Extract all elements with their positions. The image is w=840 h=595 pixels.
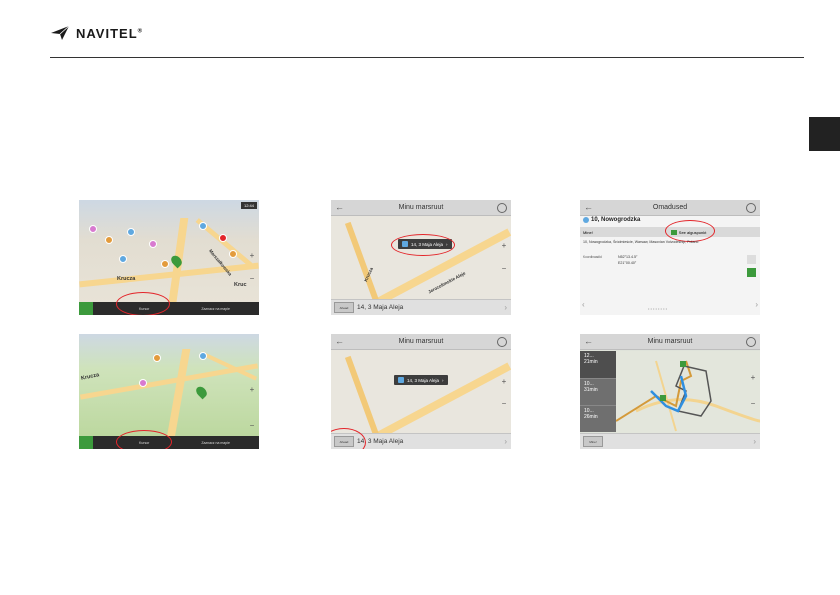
mark-on-map-button[interactable]: Zaznacz na mapie	[201, 307, 230, 311]
highlight-ring	[391, 234, 455, 256]
zoom-out-button[interactable]: −	[500, 400, 508, 408]
side-button[interactable]	[747, 255, 756, 264]
chevron-right-icon: ›	[753, 437, 756, 446]
street-label: Kruczа	[117, 276, 136, 282]
settings-icon[interactable]	[746, 337, 756, 347]
location-pin-icon	[398, 377, 404, 383]
screenshot-map-cursor: Kruczа Marszałkowska Kruc 12:44 + − Kurs…	[79, 200, 259, 315]
route-option[interactable]: 10... 26min	[580, 405, 616, 432]
brand-arrow-icon	[51, 25, 70, 40]
screen-bottombar: Ahead 14, 3 Maja Aleja ›	[331, 299, 511, 315]
route-map	[616, 351, 760, 434]
green-side-button[interactable]	[747, 268, 756, 277]
address-text: 10, Nowogrodzka, Śródmieście, Warsaw, Ma…	[583, 240, 699, 244]
zoom-out-button[interactable]: −	[500, 265, 508, 273]
screen-title: Minu marsruut	[398, 338, 444, 345]
zoom-out-button[interactable]: −	[749, 400, 757, 408]
screen-bottombar: Mine! ›	[580, 433, 760, 449]
settings-icon[interactable]	[746, 203, 756, 213]
highlight-ring	[116, 292, 170, 315]
screenshot-route-callout: ← Minu marsruut Krucza Jerozolimskie Ale…	[331, 200, 511, 315]
settings-icon[interactable]	[497, 203, 507, 213]
chevron-left-icon[interactable]: ‹	[582, 300, 585, 309]
header-rule	[50, 57, 804, 58]
screen-topbar: ← Minu marsruut	[331, 334, 511, 350]
chevron-right-icon: ›	[442, 377, 444, 383]
route-option[interactable]: 10... 31min	[580, 378, 616, 405]
status-bar: 12:44	[240, 202, 257, 209]
menu-button[interactable]	[79, 436, 93, 449]
back-arrow-icon[interactable]: ←	[335, 336, 344, 346]
back-arrow-icon[interactable]: ←	[335, 202, 344, 212]
place-title: 10, Nowogrodzka	[583, 217, 640, 223]
screenshot-map-cursor-2: Krucza + − Kursor Zaznacz na mapie	[79, 334, 259, 449]
highlight-ring	[665, 220, 715, 242]
screenshot-route-ahead: ← Minu marsruut 14, 3 Maja Aleja › + − A…	[331, 334, 511, 449]
page-dots: • • • • • • • •	[648, 306, 667, 311]
screen-title: Minu marsruut	[398, 204, 444, 211]
screenshot-route-options: ← Minu marsruut 12... 21min 10... 31min …	[580, 334, 760, 449]
screen-topbar: ← Minu marsruut	[331, 200, 511, 216]
latitude-value: N52°13.4.5°	[618, 255, 638, 259]
place-icon	[583, 217, 589, 223]
ahead-button[interactable]: Ahead	[334, 302, 354, 313]
zoom-in-button[interactable]: +	[248, 386, 256, 394]
zoom-out-button[interactable]: −	[248, 422, 256, 430]
street-label: Kruc	[234, 282, 247, 288]
zoom-in-button[interactable]: +	[500, 378, 508, 386]
destination-label: 14, 3 Maja Aleja	[357, 304, 404, 311]
back-arrow-icon[interactable]: ←	[584, 202, 593, 212]
chevron-right-icon[interactable]: ›	[755, 300, 758, 309]
go-button[interactable]: Mine!	[583, 436, 603, 447]
settings-icon[interactable]	[497, 337, 507, 347]
brand-name: NAVITEL®	[76, 25, 144, 41]
screen-topbar: ← Omadused	[580, 200, 760, 216]
zoom-out-button[interactable]: −	[248, 275, 256, 283]
screenshot-properties: ← Omadused 10, Nowogrodzka Mine! See alg…	[580, 200, 760, 315]
screen-title: Minu marsruut	[647, 338, 693, 345]
back-arrow-icon[interactable]: ←	[584, 336, 593, 346]
brand-logo: NAVITEL®	[50, 25, 143, 41]
zoom-in-button[interactable]: +	[248, 252, 256, 260]
screen-topbar: ← Minu marsruut	[580, 334, 760, 350]
coords-label: Koordinaadid	[583, 255, 602, 259]
section-tab	[809, 117, 840, 151]
zoom-in-button[interactable]: +	[500, 242, 508, 250]
menu-button[interactable]	[79, 302, 93, 315]
chevron-right-icon: ›	[504, 437, 507, 446]
longitude-value: E21°00.40°	[618, 261, 637, 265]
mark-on-map-button[interactable]: Zaznacz na mapie	[201, 441, 230, 445]
zoom-in-button[interactable]: +	[749, 374, 757, 382]
highlight-ring	[116, 430, 172, 449]
route-option[interactable]: 12... 21min	[580, 351, 616, 378]
go-button[interactable]: Mine!	[583, 230, 593, 235]
location-callout[interactable]: 14, 3 Maja Aleja ›	[394, 375, 448, 385]
chevron-right-icon: ›	[504, 303, 507, 312]
screen-title: Omadused	[652, 204, 688, 211]
route-list: 12... 21min 10... 31min 10... 26min	[580, 351, 616, 432]
callout-label: 14, 3 Maja Aleja	[407, 377, 440, 383]
highlight-ring	[331, 428, 366, 449]
